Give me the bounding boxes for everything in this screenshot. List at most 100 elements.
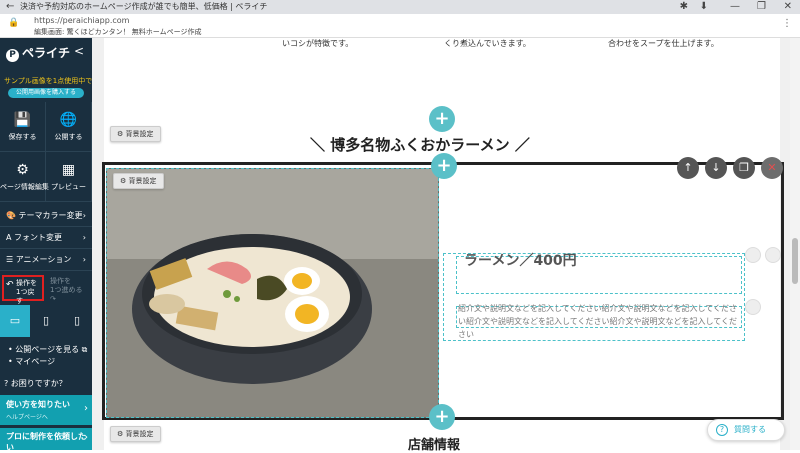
background-setting-button[interactable]: ⚙ 背景設定 bbox=[110, 426, 161, 442]
globe-icon: 🌐 bbox=[59, 112, 78, 128]
help-icon: ? bbox=[4, 379, 9, 388]
ask-question-button[interactable]: ? 質問する bbox=[707, 419, 785, 441]
delete-block-button[interactable]: ✕ bbox=[761, 157, 783, 179]
background-setting-button[interactable]: ⚙ 背景設定 bbox=[113, 173, 164, 189]
collapse-sidebar-button[interactable]: < bbox=[74, 44, 84, 58]
background-setting-label: 背景設定 bbox=[125, 430, 154, 438]
device-switcher: ▭ ▯ ▯ bbox=[0, 305, 92, 337]
chevron-right-icon: › bbox=[84, 432, 88, 443]
mobile-icon: ▯ bbox=[73, 314, 81, 327]
back-icon[interactable]: ← bbox=[6, 0, 14, 14]
background-setting-label: 背景設定 bbox=[128, 177, 157, 185]
address-bar[interactable]: 🔒 https://peraichiapp.com 編集画面: 驚くほどカンタン… bbox=[0, 14, 800, 38]
page-info-label: ページ情報編集 bbox=[0, 183, 49, 191]
text-content-area[interactable]: ラーメン／400円 紹介文や説明文などを記入してください紹介文や説明文などを記入… bbox=[443, 253, 745, 341]
edit-handle[interactable] bbox=[745, 299, 761, 315]
scrollbar-thumb[interactable] bbox=[792, 238, 798, 284]
help-banner-subtitle: ヘルプページへ bbox=[6, 414, 48, 421]
gear-icon: ⚙ bbox=[117, 430, 124, 438]
item-description[interactable]: 紹介文や説明文などを記入してください紹介文や説明文などを記入してください紹介文や… bbox=[458, 302, 738, 341]
external-link-icon: ⧉ bbox=[81, 345, 88, 354]
help-page-banner[interactable]: 使い方を知りたい ヘルプページへ › bbox=[0, 395, 92, 425]
font-icon: A bbox=[6, 233, 12, 242]
menu-theme-color[interactable]: 🎨 テーマカラー変更 › bbox=[0, 205, 92, 227]
minimize-icon[interactable]: — bbox=[730, 0, 740, 14]
desktop-icon: ▭ bbox=[9, 314, 21, 327]
tab-title[interactable]: 決済や予約対応のホームページ作成が誰でも簡単、低価格 | ペライチ bbox=[20, 1, 267, 12]
menu-animation[interactable]: ☰ アニメーション › bbox=[0, 249, 92, 271]
ask-question-label: 質問する bbox=[734, 425, 766, 434]
tablet-icon: ▯ bbox=[42, 314, 50, 327]
desktop-view-button[interactable]: ▭ bbox=[0, 305, 30, 337]
page-subtitle: 編集画面: 驚くほどカンタン！ 無料ホームページ作成 bbox=[34, 28, 202, 36]
view-public-page-label: 公開ページを見る bbox=[15, 345, 80, 354]
redo-button[interactable]: 操作を 1つ進める ↷ bbox=[48, 277, 90, 303]
store-info-heading[interactable]: 店舗情報 bbox=[408, 434, 460, 453]
help-banner-title: 使い方を知りたい bbox=[6, 400, 70, 409]
tablet-view-button[interactable]: ▯ bbox=[31, 305, 61, 337]
feature-text-1: いコシが特徴です。 bbox=[282, 39, 354, 48]
preview-icon: ▦ bbox=[61, 162, 76, 178]
menu-font[interactable]: A フォント変更 › bbox=[0, 227, 92, 249]
gear-icon: ⚙ bbox=[120, 177, 127, 185]
move-down-button[interactable]: ↓ bbox=[705, 157, 727, 179]
logo[interactable]: P ペライチ bbox=[6, 44, 70, 62]
redo-icon: ↷ bbox=[50, 295, 56, 303]
save-label: 保存する bbox=[8, 133, 37, 141]
mypage-link[interactable]: • マイページ bbox=[8, 356, 87, 368]
palette-icon: 🎨 bbox=[6, 211, 16, 220]
sidebar-links: • 公開ページを見る ⧉ • マイページ bbox=[8, 344, 87, 368]
add-block-button[interactable]: + bbox=[429, 106, 455, 132]
undo-icon: ↶ bbox=[6, 280, 14, 290]
duplicate-button[interactable]: ❐ bbox=[733, 157, 755, 179]
background-setting-label: 背景設定 bbox=[125, 130, 154, 138]
animation-icon: ☰ bbox=[6, 255, 14, 264]
selected-block[interactable]: ⚙ 背景設定 + ↑ ↓ ❐ ✕ ラーメン／400円 紹介文や説明文などを記入し… bbox=[102, 153, 784, 420]
section-heading[interactable]: ＼ 博多名物ふくおかラーメン ／ bbox=[310, 134, 530, 155]
move-up-button[interactable]: ↑ bbox=[677, 157, 699, 179]
add-block-button[interactable]: + bbox=[429, 404, 455, 430]
publish-label: 公開する bbox=[54, 133, 83, 141]
help-label: お困りですか？ bbox=[10, 379, 67, 388]
save-button[interactable]: 💾 保存する bbox=[0, 102, 46, 152]
lock-icon: 🔒 bbox=[8, 18, 20, 28]
close-icon[interactable]: ✕ bbox=[784, 0, 792, 14]
edit-handle[interactable] bbox=[745, 247, 761, 263]
sample-image-note: サンプル画像を1点使用中です bbox=[4, 77, 100, 85]
publish-button[interactable]: 🌐 公開する bbox=[46, 102, 92, 152]
page-info-button[interactable]: ⚙ ページ情報編集 bbox=[0, 152, 49, 202]
page-preview: いコシが特徴です。 くり煮込んでいきます。 合わせをスープを仕上げます。 ⚙ 背… bbox=[102, 38, 784, 453]
menu-font-label: フォント変更 bbox=[14, 233, 63, 242]
undo-redo-row: ↶ 操作を 1つ戻す 操作を 1つ進める ↷ bbox=[0, 271, 92, 305]
gear-icon: ⚙ bbox=[16, 162, 29, 178]
ramen-illustration bbox=[107, 169, 438, 417]
mobile-view-button[interactable]: ▯ bbox=[62, 305, 92, 337]
url-text[interactable]: https://peraichiapp.com bbox=[34, 16, 129, 25]
feature-text-2: くり煮込んでいきます。 bbox=[444, 39, 531, 48]
canvas-scrollbar[interactable] bbox=[790, 38, 800, 450]
preview-button[interactable]: ▦ プレビュー bbox=[46, 152, 92, 202]
extension-icon[interactable]: ✱ bbox=[680, 0, 688, 14]
download-icon[interactable]: ⬇ bbox=[700, 0, 708, 14]
item-title[interactable]: ラーメン／400円 bbox=[464, 250, 577, 270]
feature-text-3: 合わせをスープを仕上げます。 bbox=[608, 39, 719, 48]
pro-request-banner[interactable]: プロに制作を依頼したい › bbox=[0, 428, 92, 452]
chevron-right-icon: › bbox=[82, 255, 86, 264]
help-link[interactable]: ? お困りですか？ bbox=[4, 378, 67, 389]
redo-label: 操作を 1つ進める bbox=[50, 277, 83, 294]
add-block-button[interactable]: + bbox=[431, 153, 457, 179]
maximize-icon[interactable]: ❐ bbox=[757, 0, 766, 14]
gear-icon: ⚙ bbox=[117, 130, 124, 138]
logo-icon: P bbox=[6, 49, 19, 62]
view-public-page-link[interactable]: • 公開ページを見る ⧉ bbox=[8, 344, 87, 356]
chevron-right-icon: › bbox=[84, 403, 88, 414]
edit-handle[interactable] bbox=[765, 247, 781, 263]
more-icon[interactable]: ⋮ bbox=[782, 18, 792, 29]
buy-image-button[interactable]: 公開用画像を購入する bbox=[8, 88, 84, 98]
chevron-right-icon: › bbox=[82, 211, 86, 220]
background-setting-button[interactable]: ⚙ 背景設定 bbox=[110, 126, 161, 142]
ramen-photo[interactable] bbox=[106, 168, 439, 418]
undo-button[interactable]: ↶ 操作を 1つ戻す bbox=[2, 275, 44, 305]
save-icon: 💾 bbox=[13, 112, 32, 128]
menu-animation-label: アニメーション bbox=[15, 255, 72, 264]
